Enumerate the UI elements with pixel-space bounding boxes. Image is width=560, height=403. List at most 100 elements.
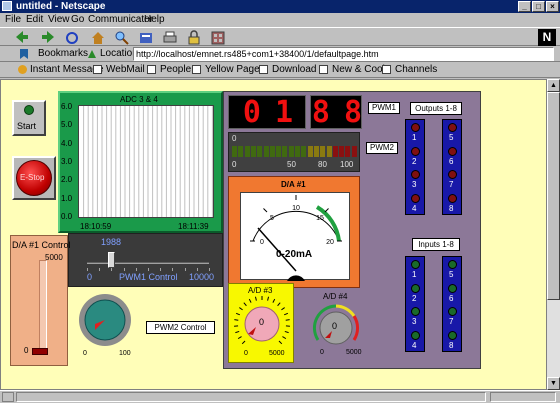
personal-webmail[interactable]: WebMail: [106, 62, 145, 78]
vertical-scrollbar[interactable]: ▲ ▼: [547, 79, 560, 390]
pwm1-tick: [123, 268, 125, 271]
indicator-number: 2: [412, 293, 417, 303]
pwm2-knob-svg[interactable]: [77, 292, 137, 348]
indicator-number: 1: [412, 133, 417, 142]
ad4-max: 5000: [346, 349, 362, 356]
reload-icon[interactable]: [64, 30, 80, 45]
inputs-left-column: 1 2 3 4: [405, 256, 425, 352]
da1-control-label: D/A #1 Control: [12, 240, 71, 250]
ad3-tick: [283, 312, 289, 316]
maximize-button[interactable]: □: [532, 1, 545, 12]
page-proxy-icon: [88, 50, 96, 58]
bargraph-segment: [263, 146, 269, 157]
adc-y-tick: 4.0: [61, 138, 73, 148]
bookmarks-icon: [20, 49, 28, 59]
pwm1-label: PWM1: [368, 102, 400, 114]
scroll-down-button[interactable]: ▼: [547, 377, 560, 390]
ad3-gauge: A/D #3 0 0 5000: [228, 283, 294, 363]
ad3-tick: [241, 340, 246, 345]
bookmarks-button[interactable]: Bookmarks: [38, 46, 88, 62]
indicator-led: [448, 193, 457, 203]
estop-button[interactable]: E-Stop: [12, 156, 56, 200]
browser-window: untitled - Netscape _ □ × File Edit View…: [0, 0, 560, 403]
indicator-number: 1: [412, 270, 417, 279]
indicator-led: [448, 260, 457, 269]
adc-y-tick: 0.0: [61, 211, 73, 221]
ad3-tick: [248, 298, 252, 303]
forward-icon[interactable]: [40, 30, 56, 45]
outputs-label: Outputs 1-8: [410, 102, 462, 115]
ad3-tick: [239, 307, 243, 311]
meter-pivot: [287, 275, 305, 281]
indicator-number: 4: [412, 340, 417, 350]
guide-icon[interactable]: [138, 30, 154, 45]
menu-view[interactable]: View: [48, 13, 70, 27]
menu-help[interactable]: Help: [144, 13, 165, 27]
url-input[interactable]: [133, 47, 554, 61]
indicator-led: [448, 123, 457, 132]
indicator-number: 3: [412, 180, 417, 189]
indicator-led: [411, 307, 420, 316]
pwm2-bargraph: 0 0 50 80 100: [228, 132, 360, 172]
yellow-pages-icon: [192, 65, 201, 74]
bargraph-segment: [269, 146, 275, 157]
ad3-tick: [254, 296, 257, 301]
personal-people[interactable]: People: [160, 62, 191, 78]
menu-file[interactable]: File: [5, 13, 21, 27]
start-button[interactable]: Start: [12, 100, 46, 136]
ad3-center: 0: [259, 317, 265, 327]
pwm2-control-label: PWM2 Control: [146, 321, 215, 334]
indicator-led: [411, 193, 420, 203]
personal-yellow-pages[interactable]: Yellow Pages: [205, 62, 265, 78]
bargraph-segment: [301, 146, 307, 157]
da1-control: D/A #1 Control 5000 0: [10, 235, 71, 366]
adc-plot-area: [78, 105, 214, 218]
menu-go[interactable]: Go: [71, 13, 84, 27]
bargraph-tick-80: 80: [318, 160, 327, 169]
ad3-dial-svg: [234, 296, 290, 345]
bargraph-top-zero: 0: [232, 134, 237, 143]
scroll-up-button[interactable]: ▲: [547, 79, 560, 92]
pwm1-tick: [87, 268, 88, 271]
print-icon[interactable]: [162, 30, 178, 45]
pwm1-track: [87, 262, 209, 264]
security-icon[interactable]: [186, 30, 202, 45]
indicator-number: 8: [449, 203, 454, 213]
bargraph-segment: [345, 146, 351, 157]
pwm1-slider-thumb[interactable]: [108, 252, 116, 268]
da1-slider-max: 5000: [45, 253, 63, 262]
bargraph-segment: [288, 146, 294, 157]
indicator-led: [411, 170, 420, 179]
pwm2-knob-min: 0: [83, 350, 87, 357]
home-icon[interactable]: [90, 30, 106, 45]
indicator-led: [448, 330, 457, 340]
stop-icon[interactable]: [210, 30, 226, 45]
bargraph-segment: [339, 146, 345, 157]
da1-slider-thumb[interactable]: [32, 348, 48, 355]
indicator-number: 6: [449, 293, 454, 303]
meter-tick: [263, 208, 268, 213]
menu-edit[interactable]: Edit: [26, 13, 43, 27]
meter-svg: 0 5 10 15 20: [250, 195, 342, 281]
bargraph-tick-50: 50: [287, 160, 296, 169]
bargraph-segment: [250, 146, 256, 157]
personal-toolbar: Instant Message WebMail People Yellow Pa…: [0, 62, 560, 78]
close-button[interactable]: ×: [546, 1, 559, 12]
status-text: [16, 392, 486, 402]
meter-face: 0 5 10 15 20 0-20mA: [240, 192, 350, 281]
back-icon[interactable]: [14, 30, 30, 45]
ad3-tick: [278, 340, 283, 345]
personal-download[interactable]: Download: [272, 62, 316, 78]
da1-slider-track[interactable]: [39, 260, 47, 352]
scroll-thumb[interactable]: [547, 92, 560, 300]
indicator-led: [411, 283, 420, 293]
indicator-led: [411, 123, 420, 132]
adc-y-tick: 2.0: [61, 175, 73, 185]
personal-channels[interactable]: Channels: [395, 62, 437, 78]
new-cool-icon: [319, 65, 328, 74]
search-icon[interactable]: [114, 30, 130, 45]
da1-slider-min: 0: [24, 346, 29, 355]
counter-display-2: 8 8: [310, 95, 362, 130]
minimize-button[interactable]: _: [518, 1, 531, 12]
personal-new-cool[interactable]: New & Cool: [332, 62, 385, 78]
